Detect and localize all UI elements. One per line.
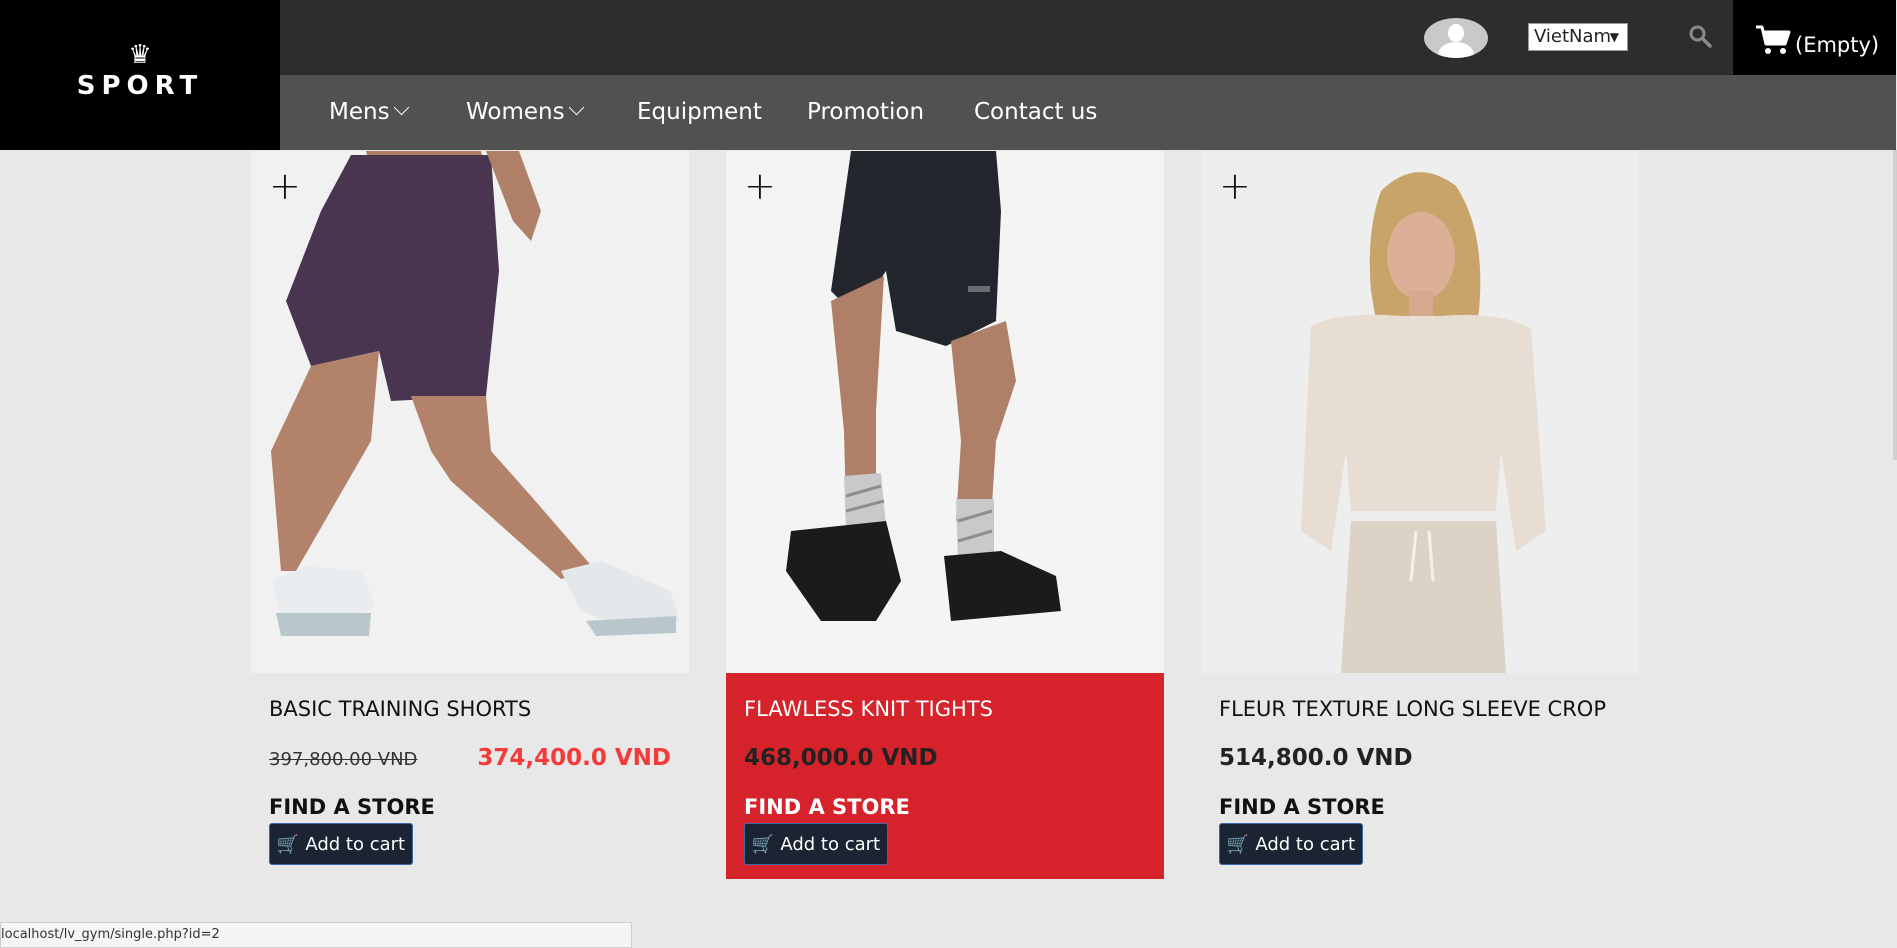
- add-to-cart-button[interactable]: 🛒 Add to cart: [1219, 823, 1363, 865]
- cart-icon: 🛒: [1226, 833, 1250, 855]
- product-old-price: 397,800.00 VND: [269, 749, 418, 770]
- product-card: + FLEUR TEXTURE LONG SLEEVE CROP 514,800…: [1201, 151, 1639, 879]
- top-bar: [280, 0, 1896, 75]
- product-image[interactable]: +: [1201, 151, 1639, 673]
- product-card: + FLAWLESS KNIT TIGHTS 468,000.0 VND FIN…: [726, 151, 1164, 879]
- nav-label: Womens: [466, 99, 565, 125]
- add-to-cart-label: Add to cart: [305, 833, 406, 855]
- cart-label: (Empty): [1795, 33, 1880, 57]
- quick-view-plus-icon[interactable]: +: [269, 167, 301, 205]
- nav-label: Contact us: [974, 99, 1098, 125]
- find-a-store-link[interactable]: FIND A STORE: [269, 795, 435, 819]
- product-name[interactable]: BASIC TRAINING SHORTS: [269, 697, 531, 721]
- logo-text: SPORT: [76, 71, 204, 101]
- product-card: + BASIC TRAINING SHORTS 397,800.00 VND 3…: [251, 151, 689, 879]
- browser-status-bar: localhost/lv_gym/single.php?id=2: [0, 922, 632, 948]
- cart-button[interactable]: (Empty): [1733, 0, 1896, 75]
- nav-item-equipment[interactable]: Equipment: [637, 75, 762, 150]
- search-icon[interactable]: [1688, 24, 1712, 48]
- add-to-cart-button[interactable]: 🛒 Add to cart: [744, 823, 888, 865]
- product-price: 468,000.0 VND: [744, 745, 938, 771]
- cart-icon: 🛒: [751, 833, 775, 855]
- site-logo[interactable]: ♛ SPORT: [0, 0, 280, 150]
- product-price: 514,800.0 VND: [1219, 745, 1413, 771]
- add-to-cart-label: Add to cart: [780, 833, 881, 855]
- nav-item-contact-us[interactable]: Contact us: [974, 75, 1097, 150]
- chevron-down-icon: [568, 99, 584, 116]
- main-nav: Mens Womens Equipment Promotion Contact …: [280, 75, 1896, 150]
- nav-item-womens[interactable]: Womens: [466, 75, 584, 150]
- crown-icon: ♛: [128, 39, 152, 69]
- find-a-store-link[interactable]: FIND A STORE: [744, 795, 910, 819]
- scrollbar[interactable]: [1893, 150, 1897, 460]
- quick-view-plus-icon[interactable]: +: [744, 167, 776, 205]
- country-select-value: VietNam: [1534, 26, 1612, 47]
- cart-icon: 🛒: [276, 833, 300, 855]
- user-avatar-icon[interactable]: [1424, 18, 1488, 58]
- cart-icon: [1756, 25, 1791, 54]
- nav-label: Promotion: [807, 99, 925, 125]
- nav-item-mens[interactable]: Mens: [329, 75, 409, 150]
- product-image[interactable]: +: [726, 151, 1164, 673]
- product-sale-price: 374,400.0 VND: [477, 745, 671, 771]
- nav-label: Equipment: [637, 99, 762, 125]
- product-info: FLEUR TEXTURE LONG SLEEVE CROP 514,800.0…: [1201, 673, 1639, 879]
- product-name[interactable]: FLEUR TEXTURE LONG SLEEVE CROP: [1219, 697, 1606, 721]
- product-info: BASIC TRAINING SHORTS 397,800.00 VND 374…: [251, 673, 689, 879]
- country-select[interactable]: VietNam ▼: [1528, 23, 1628, 51]
- add-to-cart-button[interactable]: 🛒 Add to cart: [269, 823, 413, 865]
- product-image[interactable]: +: [251, 151, 689, 673]
- nav-item-promotion[interactable]: Promotion: [807, 75, 924, 150]
- product-info: FLAWLESS KNIT TIGHTS 468,000.0 VND FIND …: [726, 673, 1164, 879]
- nav-label: Mens: [329, 99, 390, 125]
- add-to-cart-label: Add to cart: [1255, 833, 1356, 855]
- quick-view-plus-icon[interactable]: +: [1219, 167, 1251, 205]
- product-name[interactable]: FLAWLESS KNIT TIGHTS: [744, 697, 993, 721]
- dropdown-arrow-icon: ▼: [1609, 30, 1619, 44]
- chevron-down-icon: [393, 99, 409, 116]
- find-a-store-link[interactable]: FIND A STORE: [1219, 795, 1385, 819]
- status-url: localhost/lv_gym/single.php?id=2: [1, 927, 220, 942]
